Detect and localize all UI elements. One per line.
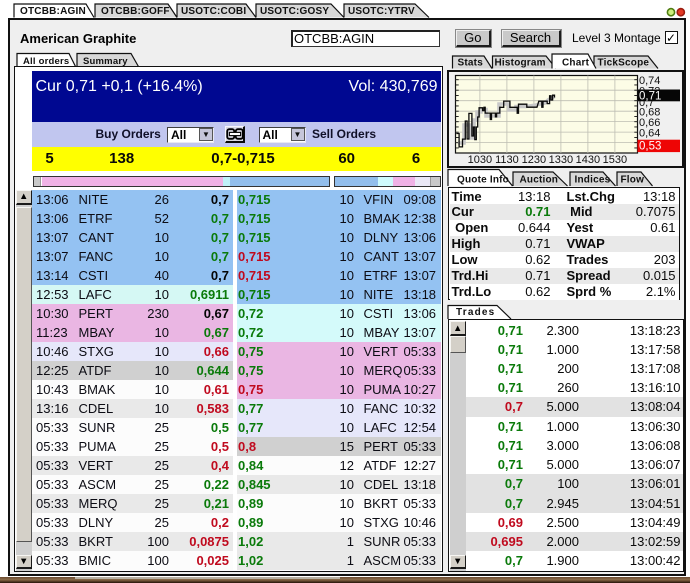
svg-text:Histogram: Histogram [495, 58, 546, 69]
svg-text:USOTC:COBI: USOTC:COBI [181, 6, 246, 17]
svg-text:Stats: Stats [458, 58, 484, 69]
svg-text:OTCBB:AGIN: OTCBB:AGIN [20, 6, 86, 17]
svg-text:TickScope: TickScope [598, 58, 650, 69]
svg-text:Indices: Indices [575, 175, 611, 186]
svg-text:0,53: 0,53 [639, 141, 661, 153]
svg-text:Quote Info: Quote Info [457, 175, 509, 186]
svg-text:1530: 1530 [603, 154, 627, 166]
svg-text:OTCBB:GOFF: OTCBB:GOFF [101, 6, 170, 17]
svg-text:USOTC:YTRV: USOTC:YTRV [348, 6, 415, 17]
svg-text:1230: 1230 [522, 154, 546, 166]
svg-text:Trades: Trades [456, 307, 495, 318]
svg-text:Auction: Auction [520, 175, 559, 186]
svg-text:1130: 1130 [495, 154, 519, 166]
svg-text:1430: 1430 [576, 154, 600, 166]
svg-text:Chart: Chart [562, 58, 590, 69]
svg-text:0,71: 0,71 [639, 90, 661, 102]
svg-text:0,64: 0,64 [639, 127, 660, 139]
svg-text:Flow: Flow [621, 175, 645, 186]
svg-text:1030: 1030 [468, 154, 492, 166]
svg-text:1330: 1330 [549, 154, 573, 166]
svg-text:USOTC:GOSY: USOTC:GOSY [260, 6, 329, 17]
